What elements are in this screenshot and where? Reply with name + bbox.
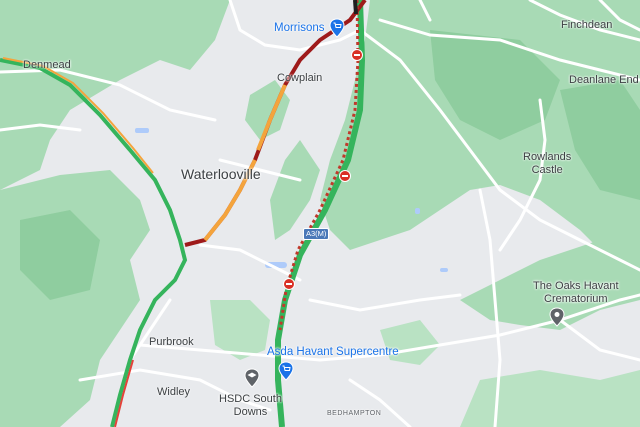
place-label-widley[interactable]: Widley	[157, 386, 190, 398]
closure-icon[interactable]	[283, 278, 295, 290]
poi-label-hsdc[interactable]: HSDC South Downs	[219, 393, 282, 419]
poi-label-crematorium[interactable]: The Oaks Havant Crematorium	[533, 280, 619, 306]
place-label-denmead[interactable]: Denmead	[23, 59, 71, 71]
shopping-cart-icon[interactable]	[278, 361, 294, 381]
shopping-cart-icon[interactable]	[329, 18, 345, 38]
place-label-cowplain[interactable]: Cowplain	[277, 72, 322, 84]
place-label-rowlands-castle[interactable]: Rowlands Castle	[523, 151, 571, 177]
school-icon[interactable]	[244, 368, 260, 388]
closure-icon[interactable]	[351, 49, 363, 61]
place-label-purbrook[interactable]: Purbrook	[149, 336, 194, 348]
place-label-deanlane-end[interactable]: Deanlane End	[569, 74, 639, 86]
map-canvas[interactable]: A3(M) Denmead Cowplain Waterlooville Pur…	[0, 0, 640, 427]
place-marker-icon[interactable]	[549, 307, 565, 327]
closure-icon[interactable]	[339, 170, 351, 182]
place-label-waterlooville[interactable]: Waterlooville	[181, 166, 261, 182]
road-shield-a3m: A3(M)	[303, 228, 330, 240]
poi-label-morrisons[interactable]: Morrisons	[274, 22, 324, 34]
place-label-finchdean[interactable]: Finchdean	[561, 19, 612, 31]
place-label-bedhampton[interactable]: BEDHAMPTON	[327, 410, 381, 417]
map-base	[0, 0, 640, 427]
poi-label-asda[interactable]: Asda Havant Supercentre	[267, 346, 399, 358]
